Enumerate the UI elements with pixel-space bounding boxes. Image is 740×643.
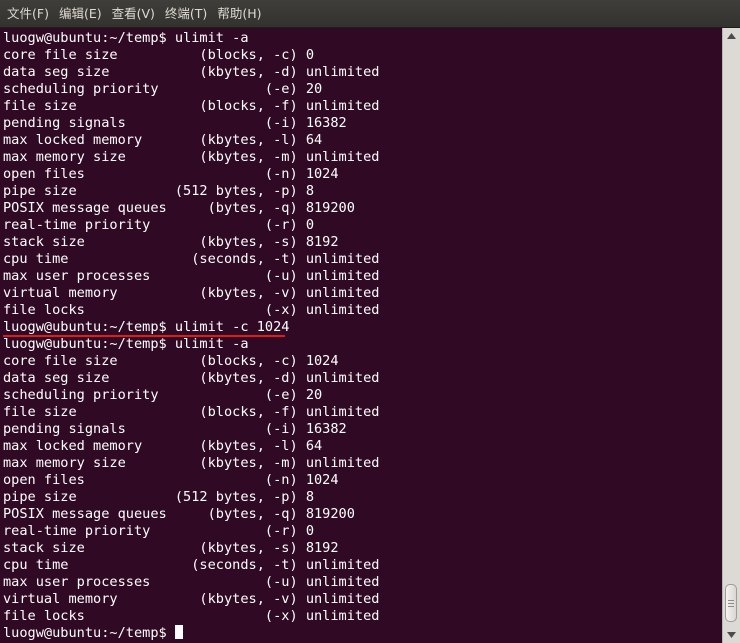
terminal-line: open files (-n) 1024 [3,472,722,489]
terminal-line-text: core file size (blocks, -c) 0 [3,47,314,63]
terminal-line-text: real-time priority (-r) 0 [3,523,314,539]
terminal-line-text: real-time priority (-r) 0 [3,217,314,233]
terminal-line-text: max user processes (-u) unlimited [3,574,380,590]
terminal-line-text: max memory size (kbytes, -m) unlimited [3,455,380,471]
terminal-line: real-time priority (-r) 0 [3,523,722,540]
scroll-down-arrow-icon[interactable] [723,627,740,643]
terminal-line: file size (blocks, -f) unlimited [3,404,722,421]
terminal-line: open files (-n) 1024 [3,166,722,183]
terminal-line-text: file size (blocks, -f) unlimited [3,98,380,114]
menu-file[interactable]: 文件(F) [2,0,54,28]
terminal-line: POSIX message queues (bytes, -q) 819200 [3,200,722,217]
terminal-line-text: pending signals (-i) 16382 [3,115,347,131]
terminal-line-text: cpu time (seconds, -t) unlimited [3,557,380,573]
terminal-line-text: POSIX message queues (bytes, -q) 819200 [3,506,355,522]
terminal-line-text: scheduling priority (-e) 20 [3,81,323,97]
scroll-up-arrow-icon[interactable] [723,28,740,44]
terminal-line-text: virtual memory (kbytes, -v) unlimited [3,591,380,607]
terminal-line: core file size (blocks, -c) 1024 [3,353,722,370]
terminal-line: max user processes (-u) unlimited [3,268,722,285]
menu-terminal[interactable]: 终端(T) [160,0,212,28]
menu-help[interactable]: 帮助(H) [212,0,266,28]
terminal-line: file locks (-x) unlimited [3,302,722,319]
terminal-line-text: open files (-n) 1024 [3,472,339,488]
terminal-line: data seg size (kbytes, -d) unlimited [3,370,722,387]
terminal-line: scheduling priority (-e) 20 [3,81,722,98]
terminal-line-text: luogw@ubuntu:~/temp$ ulimit -a [3,30,249,46]
terminal-line: luogw@ubuntu:~/temp$ ulimit -a [3,30,722,47]
terminal-line: luogw@ubuntu:~/temp$ ulimit -a [3,336,722,353]
terminal-line-text: stack size (kbytes, -s) 8192 [3,234,339,250]
terminal-line: virtual memory (kbytes, -v) unlimited [3,285,722,302]
terminal-line: max memory size (kbytes, -m) unlimited [3,149,722,166]
terminal-line-text: open files (-n) 1024 [3,166,339,182]
terminal-line-text: cpu time (seconds, -t) unlimited [3,251,380,267]
terminal-window: 文件(F) 编辑(E) 查看(V) 终端(T) 帮助(H) luogw@ubun… [0,0,740,643]
terminal-line-text: file locks (-x) unlimited [3,608,380,624]
terminal-line-text: scheduling priority (-e) 20 [3,387,323,403]
terminal-line: pipe size (512 bytes, -p) 8 [3,183,722,200]
terminal-line: file size (blocks, -f) unlimited [3,98,722,115]
terminal-line: stack size (kbytes, -s) 8192 [3,540,722,557]
terminal-line: core file size (blocks, -c) 0 [3,47,722,64]
terminal-line-text: core file size (blocks, -c) 1024 [3,353,339,369]
terminal-line-text: file locks (-x) unlimited [3,302,380,318]
terminal-line-text: luogw@ubuntu:~/temp$ ulimit -a [3,336,249,352]
terminal-line: pending signals (-i) 16382 [3,115,722,132]
terminal-line-text: file size (blocks, -f) unlimited [3,404,380,420]
menu-bar: 文件(F) 编辑(E) 查看(V) 终端(T) 帮助(H) [0,0,740,28]
terminal-line-text: virtual memory (kbytes, -v) unlimited [3,285,380,301]
terminal-line: pipe size (512 bytes, -p) 8 [3,489,722,506]
terminal-line: scheduling priority (-e) 20 [3,387,722,404]
terminal-line-text: max locked memory (kbytes, -l) 64 [3,132,323,148]
terminal-line: stack size (kbytes, -s) 8192 [3,234,722,251]
terminal-output[interactable]: luogw@ubuntu:~/temp$ ulimit -a core file … [0,28,722,643]
terminal-line: cpu time (seconds, -t) unlimited [3,557,722,574]
terminal-line: virtual memory (kbytes, -v) unlimited [3,591,722,608]
terminal-line: max locked memory (kbytes, -l) 64 [3,438,722,455]
terminal-line: cpu time (seconds, -t) unlimited [3,251,722,268]
menu-view[interactable]: 查看(V) [107,0,160,28]
terminal-line-text: max memory size (kbytes, -m) unlimited [3,149,380,165]
vertical-scrollbar[interactable] [722,28,740,643]
terminal-line-text: pipe size (512 bytes, -p) 8 [3,183,314,199]
terminal-line: real-time priority (-r) 0 [3,217,722,234]
terminal-line: pending signals (-i) 16382 [3,421,722,438]
terminal-line-text: pipe size (512 bytes, -p) 8 [3,489,314,505]
terminal-line: max user processes (-u) unlimited [3,574,722,591]
terminal-line-text: luogw@ubuntu:~/temp$ ulimit -c 1024 [3,319,290,335]
terminal-line: max locked memory (kbytes, -l) 64 [3,132,722,149]
terminal-line: file locks (-x) unlimited [3,608,722,625]
terminal-line-text: stack size (kbytes, -s) 8192 [3,540,339,556]
scrollbar-thumb[interactable] [725,584,737,622]
menu-edit[interactable]: 编辑(E) [54,0,107,28]
terminal-line-text: data seg size (kbytes, -d) unlimited [3,64,380,80]
terminal-line: luogw@ubuntu:~/temp$ ulimit -c 1024 [3,319,722,337]
terminal-line-text: POSIX message queues (bytes, -q) 819200 [3,200,355,216]
terminal-line-text: luogw@ubuntu:~/temp$ [3,625,167,641]
terminal-line-text: max user processes (-u) unlimited [3,268,380,284]
terminal-line: max memory size (kbytes, -m) unlimited [3,455,722,472]
terminal-line: data seg size (kbytes, -d) unlimited [3,64,722,81]
terminal-line-text: max locked memory (kbytes, -l) 64 [3,438,323,454]
terminal-line: POSIX message queues (bytes, -q) 819200 [3,506,722,523]
text-cursor [174,625,183,639]
terminal-line-text: pending signals (-i) 16382 [3,421,347,437]
terminal-line-text: data seg size (kbytes, -d) unlimited [3,370,380,386]
prompt-line: luogw@ubuntu:~/temp$ [3,625,722,642]
